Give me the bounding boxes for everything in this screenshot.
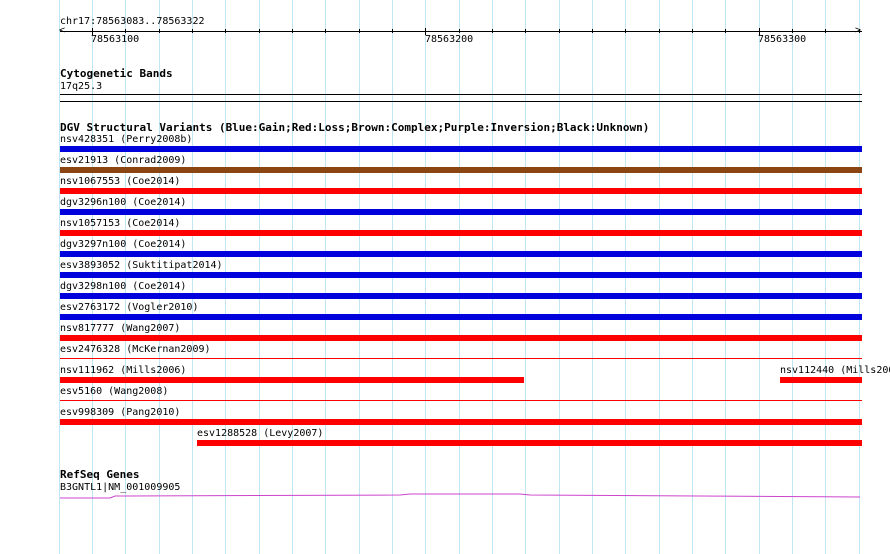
variant-label[interactable]: nsv111962 (Mills2006) [60, 365, 186, 376]
variant-label[interactable]: nsv1057153 (Coe2014) [60, 218, 180, 229]
variant-label[interactable]: dgv3298n100 (Coe2014) [60, 281, 186, 292]
variant-label[interactable]: esv1288528 (Levy2007) [197, 428, 323, 439]
variant-bar[interactable] [60, 272, 862, 278]
variant-bar[interactable] [60, 251, 862, 257]
variant-bar[interactable] [60, 419, 862, 425]
variant-bar[interactable] [60, 188, 862, 194]
variant-label[interactable]: esv998309 (Pang2010) [60, 407, 180, 418]
variant-bar[interactable] [60, 167, 862, 173]
variant-label[interactable]: nsv1067553 (Coe2014) [60, 176, 180, 187]
variant-bar[interactable] [60, 377, 524, 383]
variant-label[interactable]: nsv428351 (Perry2008b) [60, 134, 192, 145]
variant-bar[interactable] [60, 146, 862, 152]
variant-label[interactable]: nsv817777 (Wang2007) [60, 323, 180, 334]
variant-label[interactable]: dgv3296n100 (Coe2014) [60, 197, 186, 208]
variant-bar[interactable] [60, 230, 862, 236]
variant-label[interactable]: esv5160 (Wang2008) [60, 386, 168, 397]
variant-bar[interactable] [780, 377, 862, 383]
variant-label[interactable]: esv21913 (Conrad2009) [60, 155, 186, 166]
variant-label[interactable]: esv3893052 (Suktitipat2014) [60, 260, 223, 271]
variant-label[interactable]: dgv3297n100 (Coe2014) [60, 239, 186, 250]
variant-bar[interactable] [60, 335, 862, 341]
variant-bar[interactable] [60, 293, 862, 299]
variant-label[interactable]: esv2476328 (McKernan2009) [60, 344, 211, 355]
variant-bar[interactable] [60, 314, 862, 320]
variant-label[interactable]: nsv112440 (Mills2006) [780, 365, 890, 376]
variant-bar[interactable] [60, 358, 862, 359]
variant-bar[interactable] [60, 209, 862, 215]
refseq-title: RefSeq Genes [60, 468, 140, 481]
refseq-gene-line[interactable] [0, 488, 890, 508]
variant-label[interactable]: esv2763172 (Vogler2010) [60, 302, 198, 313]
variant-bar[interactable] [197, 440, 862, 446]
variant-bar[interactable] [60, 400, 862, 401]
